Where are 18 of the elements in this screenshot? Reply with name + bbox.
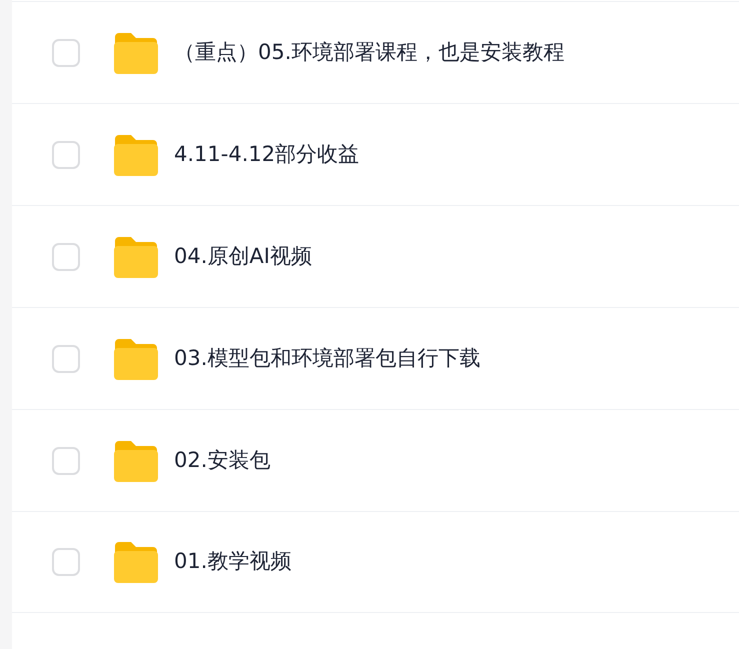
checkbox[interactable] [52,548,80,576]
folder-icon [112,234,160,278]
folder-icon [112,336,160,380]
folder-name[interactable]: 02.安装包 [174,444,270,476]
checkbox[interactable] [52,344,80,372]
folder-icon [112,132,160,176]
folder-name[interactable]: 4.11-4.12部分收益 [174,138,360,170]
checkbox[interactable] [52,140,80,168]
folder-name[interactable]: 04.原创AI视频 [174,240,312,272]
folder-name[interactable]: 03.模型包和环境部署包自行下载 [174,342,480,374]
folder-icon [112,438,160,482]
checkbox[interactable] [52,242,80,270]
checkbox[interactable] [52,38,80,66]
folder-icon [112,30,160,74]
folder-name[interactable]: （重点）05.环境部署课程，也是安装教程 [174,36,564,68]
checkbox[interactable] [52,446,80,474]
folder-icon [112,540,160,584]
folder-name[interactable]: 01.教学视频 [174,546,292,578]
